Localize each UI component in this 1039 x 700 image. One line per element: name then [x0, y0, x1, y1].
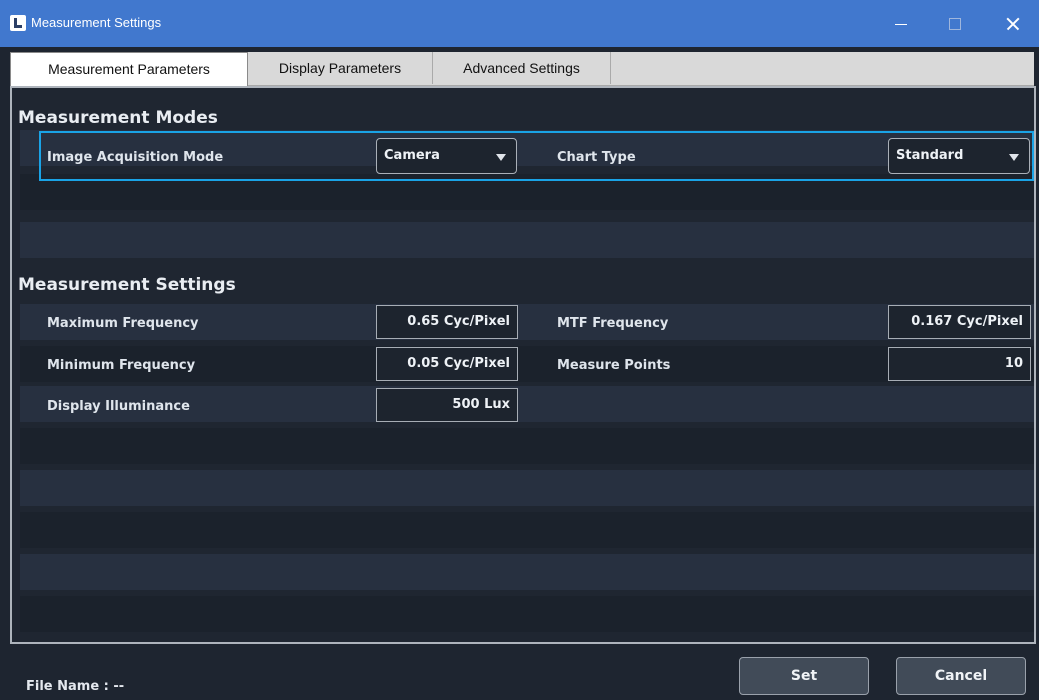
row-stripe [20, 554, 1034, 590]
tab-strip: Measurement Parameters Display Parameter… [10, 52, 1034, 86]
row-stripe [20, 428, 1034, 464]
measurement-modes-heading: Measurement Modes [18, 108, 218, 128]
close-icon[interactable] [990, 0, 1036, 47]
maximize-icon[interactable] [932, 0, 978, 47]
display-illuminance-field[interactable]: 500 Lux [376, 388, 518, 422]
tab-display-parameters[interactable]: Display Parameters [248, 52, 433, 84]
focus-highlight [39, 131, 1034, 181]
measure-points-label: Measure Points [557, 358, 671, 373]
minimize-icon[interactable] [878, 0, 924, 47]
display-illuminance-label: Display Illuminance [47, 399, 190, 414]
window-title: Measurement Settings [31, 15, 162, 30]
row-stripe [20, 512, 1034, 548]
measurement-settings-window: Measurement Settings Measurement Paramet… [0, 0, 1039, 700]
row-stripe [20, 470, 1034, 506]
tab-measurement-parameters[interactable]: Measurement Parameters [10, 52, 248, 86]
row-stripe [20, 596, 1034, 632]
mtf-frequency-field[interactable]: 0.167 Cyc/Pixel [888, 305, 1031, 339]
footer-bar: File Name : -- Set Cancel [0, 646, 1039, 700]
measure-points-field[interactable]: 10 [888, 347, 1031, 381]
cancel-button[interactable]: Cancel [896, 657, 1026, 695]
tab-advanced-settings[interactable]: Advanced Settings [433, 52, 611, 84]
maximum-frequency-field[interactable]: 0.65 Cyc/Pixel [376, 305, 518, 339]
minimum-frequency-field[interactable]: 0.05 Cyc/Pixel [376, 347, 518, 381]
app-icon [10, 15, 26, 31]
set-button[interactable]: Set [739, 657, 869, 695]
row-stripe [20, 222, 1034, 258]
file-name-label: File Name : -- [26, 679, 125, 694]
mtf-frequency-label: MTF Frequency [557, 316, 669, 331]
title-bar[interactable]: Measurement Settings [0, 0, 1039, 47]
minimum-frequency-label: Minimum Frequency [47, 358, 196, 373]
measurement-settings-heading: Measurement Settings [18, 275, 236, 295]
maximum-frequency-label: Maximum Frequency [47, 316, 199, 331]
